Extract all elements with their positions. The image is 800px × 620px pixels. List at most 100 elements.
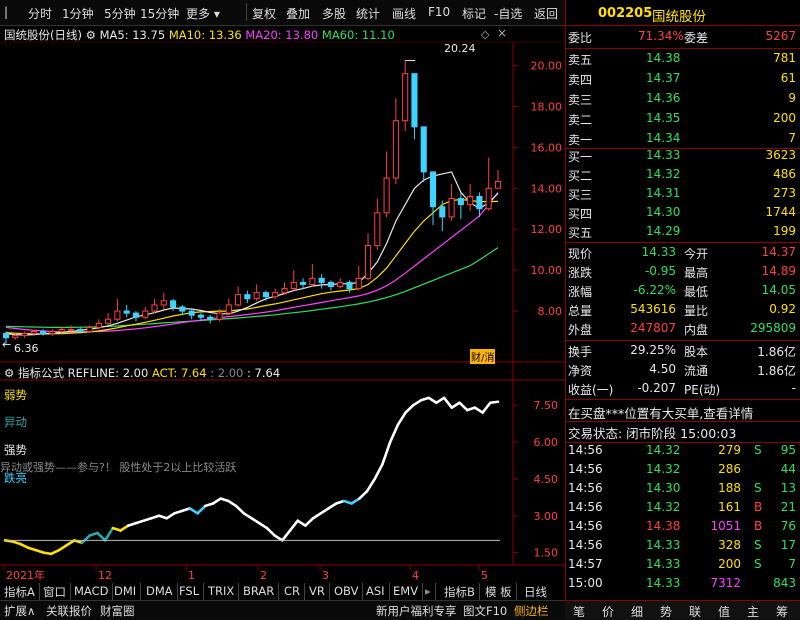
mark-button[interactable]: 标记 [462,5,486,22]
tick-row: 14:56 14.33 328 S 17 [566,536,800,556]
detail-tab[interactable]: 主 [747,603,759,620]
tick-volume: 7312 [710,576,741,590]
candle-body [346,281,353,290]
indicator-menu-icon[interactable]: ⚙ [4,366,14,380]
tick-row: 14:56 14.32 286 44 [566,460,800,480]
candle-body [123,310,130,314]
tab-fsl[interactable]: FSL [175,583,205,600]
f10-button[interactable]: F10 [428,5,450,19]
diamond-icon[interactable]: ◇ [481,28,489,41]
big-order-notice[interactable]: 在买盘***位置有大买单,查看详情 [566,401,800,421]
candle-body [151,304,158,312]
tab-asi[interactable]: ASI [362,583,390,600]
chevron-down-icon: ▾ [213,7,220,21]
kline-chart[interactable]: 20.0018.0016.0014.0012.0010.008.00 7.506… [0,26,565,591]
tab-trix[interactable]: TRIX [204,583,240,600]
tick-time: 14:56 [568,462,603,476]
f10-graphic-button[interactable]: 图文F10 [463,603,507,619]
candle-body [188,310,195,316]
tab-15min[interactable]: 15分钟 [140,5,179,22]
period-toolbar: | 分时 1分钟 5分钟 15分钟 更多 ▾ 复权 叠加 多股 统计 画线 F1… [0,0,565,26]
detail-tab[interactable]: 细 [631,603,643,620]
tick-row: 14:56 14.32 161 B 21 [566,498,800,518]
detail-tab[interactable]: 价 [602,603,614,620]
tab-timeshare[interactable]: 分时 [28,5,52,22]
bid-price: 14.30 [646,205,681,219]
close-icon[interactable]: × [497,26,507,40]
bid-label: 买四 [568,207,593,221]
bid-volume: 199 [773,224,796,238]
tick-row: 14:56 14.30 188 S 13 [566,479,800,499]
tab-emv[interactable]: EMV [389,583,424,600]
wealth-circle-button[interactable]: 财富圈 [100,603,135,619]
stat-value: 14.89 [761,264,796,278]
date-tick-label: 12 [98,569,112,582]
stat-value: 0.92 [769,302,796,316]
stat-label: 内盘 [684,323,709,337]
price-tick-label: 16.00 [531,141,563,154]
status-bar: 扩展∧ 关联报价 财富圈 新用户福利专享 图文F10 侧边栏 [0,600,565,620]
stat-label: 净资 [568,364,593,378]
stock-period-label: 国统股份(日线) [4,28,82,42]
multi-stock-button[interactable]: 多股 [322,5,346,22]
state-note: 异动或强势——参与?！ 股性处于2以上比较活跃 [0,461,237,474]
detail-tab[interactable]: 值 [718,603,730,620]
ask-level-row: 卖五 14.38 781 [566,49,800,69]
tab-template[interactable]: 模 板 [481,583,517,600]
tab-5min[interactable]: 5分钟 [104,5,136,22]
tick-count: 843 [773,576,796,590]
statistics-button[interactable]: 统计 [356,5,380,22]
ask-label: 卖五 [568,53,593,67]
stat-label: 换手 [568,345,593,359]
tab-dma[interactable]: DMA [142,583,178,600]
related-quotes-button[interactable]: 关联报价 [46,603,92,619]
tick-volume: 328 [718,538,741,552]
tab-1min[interactable]: 1分钟 [62,5,94,22]
detail-tab[interactable]: 筹 [776,603,788,620]
tab-dmi[interactable]: DMI [110,583,142,600]
tab-more[interactable]: 更多 ▾ [186,5,220,22]
chart-header: 国统股份(日线) ⚙ MA5: 13.75 MA10: 13.36 MA20: … [4,27,395,43]
tab-period[interactable]: 日线 [520,583,551,600]
tab-vr[interactable]: VR [305,583,330,600]
candle-body [77,328,84,333]
tab-indicator-a[interactable]: 指标A [0,583,40,600]
tab-indicator-b[interactable]: 指标B [440,583,480,600]
indicator-name[interactable]: 指标公式 [18,366,64,380]
stat-value: 4.50 [649,362,676,376]
stat-value: 543616 [630,302,676,316]
tab-brar[interactable]: BRAR [239,583,280,600]
stat-label: 现价 [568,247,593,261]
new-user-link[interactable]: 新用户福利专享 [376,603,457,619]
indicator-header: ⚙ 指标公式 REFLINE: 2.00 ACT: 7.64 : 2.00 : … [4,365,280,381]
tick-direction: S [754,481,762,495]
date-tick-label: 1 [188,569,195,582]
tab-cr[interactable]: CR [280,583,306,600]
candle-body [429,171,437,208]
expand-arrow-icon[interactable]: ▸ [421,583,436,600]
bid-price: 14.33 [646,148,681,162]
tab-obv[interactable]: OBV [330,583,364,600]
bid-level-row: 买一 14.33 3623 [566,146,800,166]
state-weak: 弱势 [4,388,27,402]
detail-tab[interactable]: 势 [660,603,672,620]
tick-row: 14:56 14.32 279 S 95 [566,441,800,461]
stat-value: 247807 [630,321,676,335]
tick-direction: S [754,557,762,571]
back-button[interactable]: 返回 [534,5,558,22]
stat-label: 涨跌 [568,266,593,280]
draw-line-button[interactable]: 画线 [392,5,416,22]
tab-window[interactable]: 窗口 [39,583,71,600]
gear-icon[interactable]: ⚙ [86,28,96,42]
overlay-button[interactable]: 叠加 [286,5,310,22]
restore-rights-button[interactable]: 复权 [252,5,276,22]
finance-badge[interactable]: 财/消 [470,349,496,364]
detail-tab[interactable]: 联 [689,603,701,620]
watchlist-button[interactable]: -自选 [494,5,522,22]
expand-button[interactable]: 扩展∧ [4,603,35,619]
detail-tab[interactable]: 笔 [573,603,585,620]
state-move: 异动 [4,415,27,429]
tab-macd[interactable]: MACD [70,583,114,600]
sidebar-toggle[interactable]: 侧边栏 [514,603,549,619]
stat-label: 量比 [684,304,709,318]
